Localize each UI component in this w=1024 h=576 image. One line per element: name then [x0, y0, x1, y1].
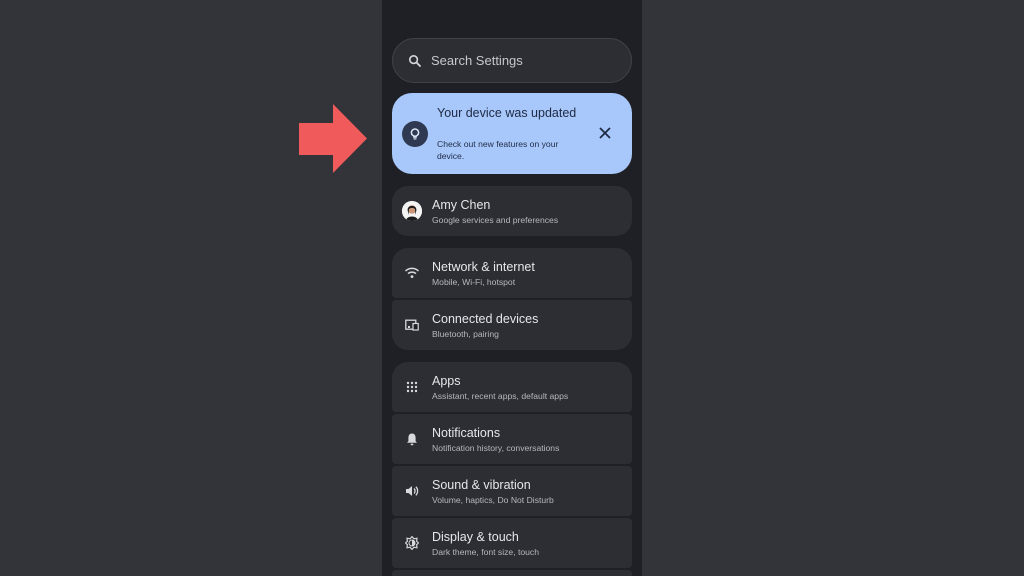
avatar: [402, 201, 422, 221]
volume-icon: [392, 466, 432, 516]
pointer-arrow-icon: [299, 104, 367, 173]
settings-item-subtitle: Dark theme, font size, touch: [432, 546, 539, 557]
settings-item-partial[interactable]: [392, 570, 632, 576]
account-subtitle: Google services and preferences: [432, 214, 559, 225]
settings-item-subtitle: Bluetooth, pairing: [432, 328, 499, 339]
devices-icon: [392, 300, 432, 350]
banner-subtitle: Check out new features on your device.: [437, 139, 559, 161]
settings-item-title: Network & internet: [432, 259, 535, 274]
settings-item-title: Notifications: [432, 425, 501, 440]
settings-item-notifications[interactable]: Notifications Notification history, conv…: [392, 414, 632, 464]
settings-item-title: Display & touch: [432, 529, 519, 544]
search-icon: [408, 54, 422, 68]
account-item[interactable]: Amy Chen Google services and preferences: [392, 186, 632, 236]
settings-item-apps[interactable]: Apps Assistant, recent apps, default app…: [392, 362, 632, 412]
screen: Search Settings Your device was updated …: [0, 0, 1024, 576]
bell-icon: [392, 414, 432, 464]
brightness-icon: [392, 518, 432, 568]
account-name: Amy Chen: [432, 197, 491, 212]
wifi-icon: [392, 248, 432, 298]
settings-item-display[interactable]: Display & touch Dark theme, font size, t…: [392, 518, 632, 568]
settings-item-subtitle: Mobile, Wi‑Fi, hotspot: [432, 276, 516, 287]
settings-item-title: Apps: [432, 373, 461, 388]
settings-item-sound[interactable]: Sound & vibration Volume, haptics, Do No…: [392, 466, 632, 516]
close-icon[interactable]: [596, 124, 614, 142]
apps-grid-icon: [392, 362, 432, 412]
settings-item-network[interactable]: Network & internet Mobile, Wi‑Fi, hotspo…: [392, 248, 632, 298]
settings-item-subtitle: Notification history, conversations: [432, 442, 560, 453]
settings-item-subtitle: Volume, haptics, Do Not Disturb: [432, 494, 554, 505]
settings-panel: Search Settings Your device was updated …: [382, 0, 642, 576]
lightbulb-icon: [402, 121, 428, 147]
search-placeholder: Search Settings: [431, 53, 523, 68]
banner-title: Your device was updated: [437, 106, 577, 120]
settings-item-title: Sound & vibration: [432, 477, 531, 492]
settings-item-connected-devices[interactable]: Connected devices Bluetooth, pairing: [392, 300, 632, 350]
search-settings-bar[interactable]: Search Settings: [392, 38, 632, 83]
settings-item-title: Connected devices: [432, 311, 539, 326]
settings-item-subtitle: Assistant, recent apps, default apps: [432, 390, 569, 401]
update-banner[interactable]: Your device was updated Check out new fe…: [392, 93, 632, 174]
